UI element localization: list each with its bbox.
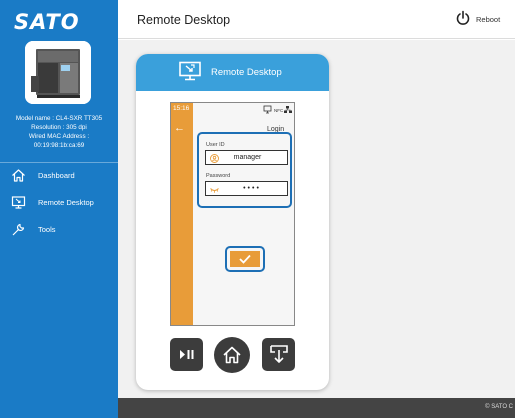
feed-icon <box>270 345 288 363</box>
remote-desktop-card-title: Remote Desktop <box>211 67 282 78</box>
copyright: © SATO C <box>485 404 513 410</box>
sidebar-nav: Dashboard Remote Desktop Tools <box>0 162 118 243</box>
password-label: Password <box>206 173 231 179</box>
eye-closed-icon <box>210 188 219 193</box>
mac-address-label: Wired MAC Address : <box>28 133 90 140</box>
printer-screen[interactable]: 15:16 ← NFC Login User ID manager Passwo… <box>170 102 295 326</box>
password-field[interactable]: •••• <box>205 181 288 196</box>
home-icon <box>12 169 25 182</box>
password-value: •••• <box>243 185 261 192</box>
status-icons: NFC <box>263 105 292 114</box>
play-pause-icon <box>180 350 194 359</box>
checkmark-icon <box>239 254 251 264</box>
user-id-label: User ID <box>206 142 225 148</box>
sidebar-item-label: Tools <box>38 225 56 234</box>
page-title: Remote Desktop <box>137 13 231 27</box>
sidebar-item-tools[interactable]: Tools <box>0 216 118 243</box>
reboot-label: Reboot <box>476 15 501 24</box>
footer: © SATO C <box>118 398 515 418</box>
play-pause-button[interactable] <box>170 338 203 371</box>
remote-monitor-icon <box>179 61 201 81</box>
device-info: Model name : CL4-SXR TT305 Resolution : … <box>0 114 118 150</box>
printer-image <box>25 41 91 104</box>
screen-time: 15:16 <box>173 105 190 112</box>
mac-address-value: 00:19:98:1b:ca:69 <box>33 142 85 149</box>
sidebar-item-label: Remote Desktop <box>38 198 94 207</box>
screen-sidebar <box>171 103 193 325</box>
remote-desktop-card-header: Remote Desktop <box>136 54 329 91</box>
home-button[interactable] <box>214 337 250 373</box>
confirm-button[interactable] <box>230 251 260 267</box>
sidebar-item-remote-desktop[interactable]: Remote Desktop <box>0 189 118 216</box>
user-id-field[interactable]: manager <box>205 150 288 165</box>
sidebar-item-dashboard[interactable]: Dashboard <box>0 162 118 189</box>
resolution: Resolution : 305 dpi <box>31 124 87 131</box>
home-icon <box>223 346 241 364</box>
confirm-button-highlight[interactable] <box>225 246 265 272</box>
header: Remote Desktop Reboot <box>118 0 515 39</box>
svg-text:NFC: NFC <box>274 108 284 113</box>
wrench-icon <box>12 223 25 236</box>
sidebar: SATO Model name : CL4-SXR TT305 Resoluti… <box>0 0 118 418</box>
back-arrow-icon[interactable]: ← <box>174 122 185 134</box>
power-icon <box>456 10 470 25</box>
main-content: Remote Desktop 15:16 ← NFC Login User ID <box>118 40 515 398</box>
user-id-value: manager <box>233 154 262 161</box>
feed-button[interactable] <box>262 338 295 371</box>
monitor-icon <box>11 196 26 209</box>
model-name: Model name : CL4-SXR TT305 <box>15 115 103 122</box>
sidebar-item-label: Dashboard <box>38 171 75 180</box>
remote-desktop-card: Remote Desktop 15:16 ← NFC Login User ID <box>136 54 329 390</box>
login-form-highlight: User ID manager Password •••• <box>197 132 292 208</box>
sato-logo: SATO <box>14 10 80 34</box>
reboot-button[interactable]: Reboot <box>456 10 510 30</box>
